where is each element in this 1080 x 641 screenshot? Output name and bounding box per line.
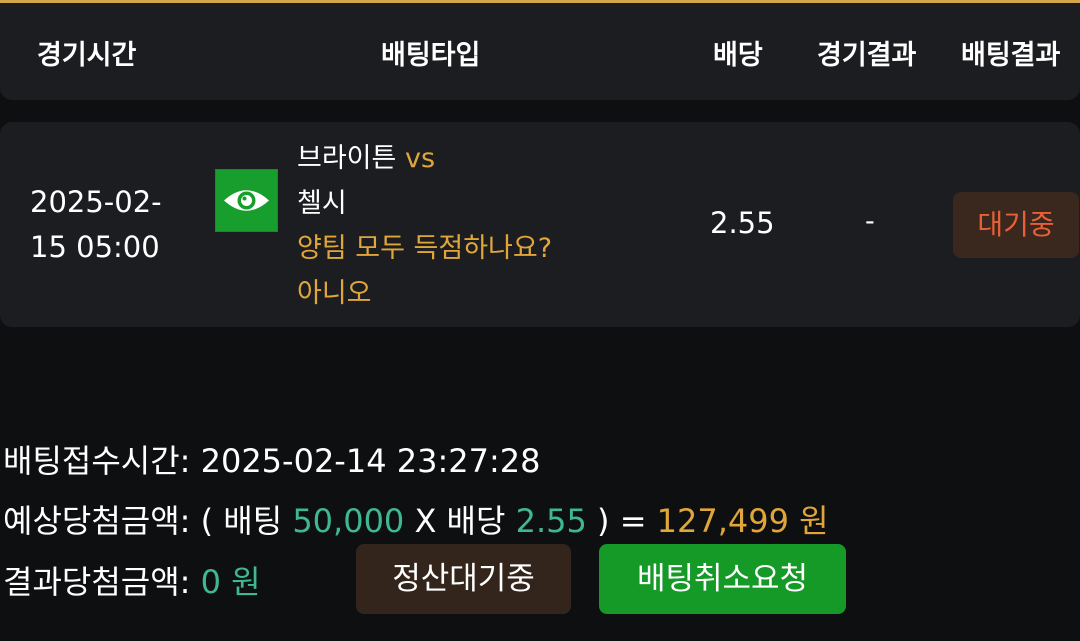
header-time: 경기시간 xyxy=(37,40,137,71)
bet-time-row: 배팅접수시간: 2025-02-14 23:27:28 xyxy=(3,436,540,482)
expected-win-label: 예상당첨금액: xyxy=(3,502,191,540)
home-team: 브라이튼 xyxy=(297,143,397,174)
game-result: - xyxy=(865,206,875,237)
expected-close: ) = xyxy=(597,502,647,540)
header-odds: 배당 xyxy=(713,40,763,71)
away-team: 첼시 xyxy=(297,188,347,219)
expected-odds: 2.55 xyxy=(515,502,587,540)
expected-win-row: 예상당첨금액: ( 배팅 50,000 X 배당 2.55 ) = 127,49… xyxy=(3,496,829,542)
bet-row: 2025-02- 15 05:00 브라이튼 vs 첼시 양팀 모두 득점하나요… xyxy=(0,122,1080,327)
vs-label: vs xyxy=(404,143,436,174)
header-bet-result: 배팅결과 xyxy=(961,40,1061,71)
match-time: 2025-02- 15 05:00 xyxy=(30,180,190,270)
settlement-pending-button[interactable]: 정산대기중 xyxy=(356,544,571,614)
bet-details: 브라이튼 vs 첼시 양팀 모두 득점하나요? 아니오 xyxy=(297,136,697,316)
expected-amount: 127,499 원 xyxy=(656,502,829,540)
bet-odds: 2.55 xyxy=(710,206,775,240)
bet-status-badge: 대기중 xyxy=(953,192,1079,258)
table-header: 경기시간 배팅타입 배당 경기결과 배팅결과 xyxy=(0,3,1080,100)
cancel-bet-button[interactable]: 배팅취소요청 xyxy=(599,544,846,614)
match-time-clock: 15 05:00 xyxy=(30,230,160,264)
result-win-label: 결과당첨금액: xyxy=(3,563,191,601)
bet-selection: 아니오 xyxy=(297,278,372,309)
match-time-date: 2025-02- xyxy=(30,185,162,219)
bet-market: 양팀 모두 득점하나요? xyxy=(297,233,553,264)
header-game-result: 경기결과 xyxy=(817,40,917,71)
eye-icon xyxy=(215,169,278,232)
result-win-row: 결과당첨금액: 0 원 xyxy=(3,557,261,603)
bet-time-label: 배팅접수시간: xyxy=(3,442,191,480)
bet-time-value: 2025-02-14 23:27:28 xyxy=(200,442,541,480)
header-bet-type: 배팅타입 xyxy=(381,40,481,71)
expected-x-odds: X 배당 xyxy=(414,502,506,540)
result-win-amount: 0 원 xyxy=(200,563,261,601)
expected-open: ( 배팅 xyxy=(200,502,283,540)
expected-stake: 50,000 xyxy=(292,502,405,540)
